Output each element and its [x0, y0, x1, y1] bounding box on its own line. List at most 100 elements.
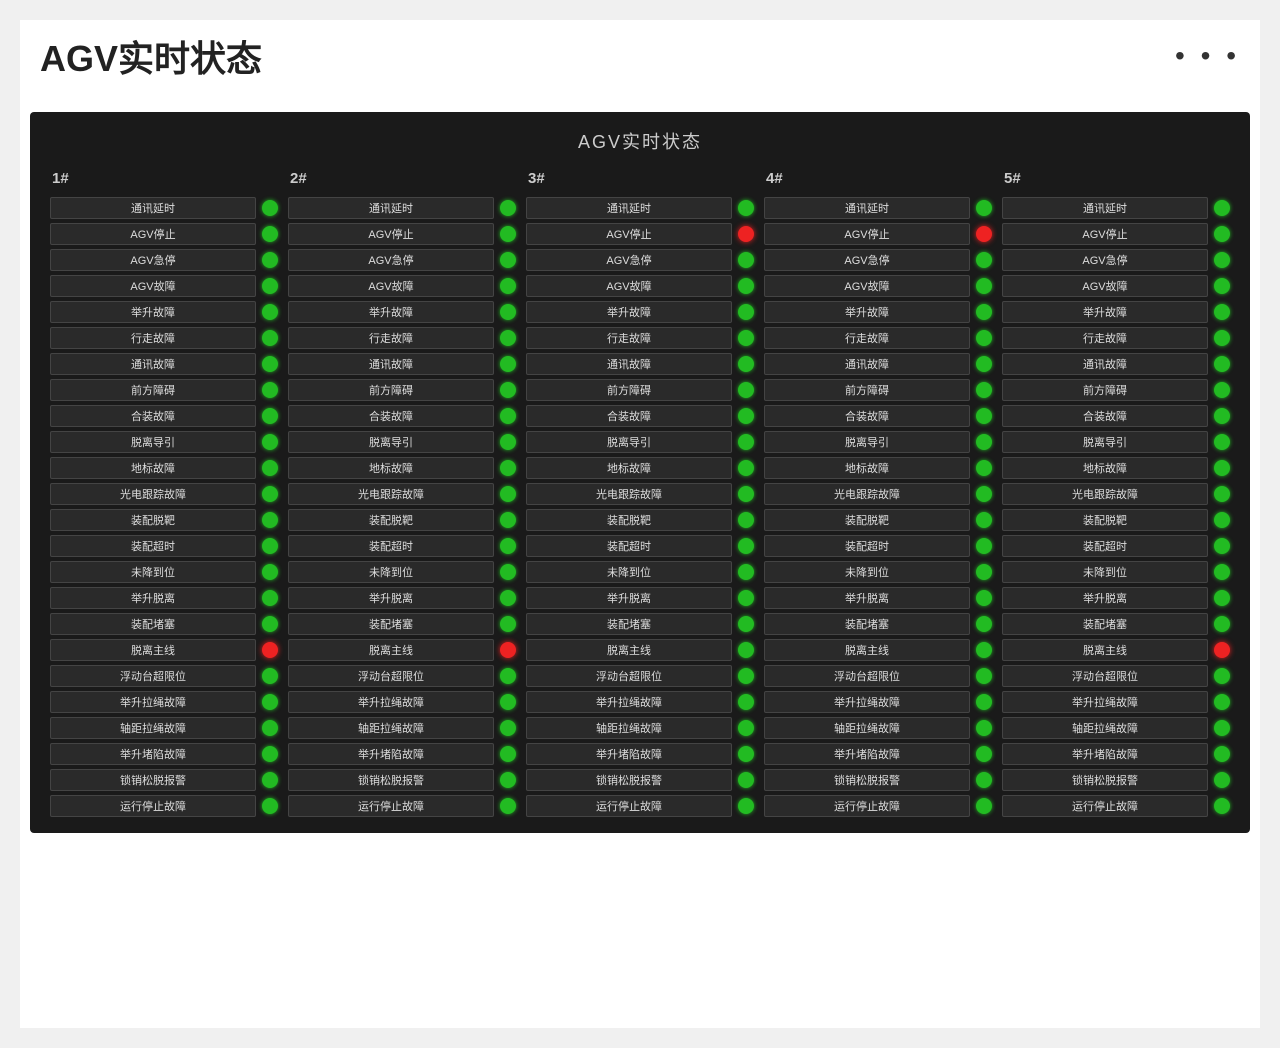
agv-column-3: 3#通讯延时AGV停止AGV急停AGV故障举升故障行走故障通讯故障前方障碍合装故…: [526, 170, 754, 817]
status-row: AGV停止: [288, 223, 516, 245]
status-label: 通讯延时: [764, 197, 970, 219]
status-row: AGV故障: [1002, 275, 1230, 297]
status-label: 举升故障: [526, 301, 732, 323]
status-label: 合装故障: [526, 405, 732, 427]
green-indicator: [1214, 772, 1230, 788]
status-label: 浮动台超限位: [50, 665, 256, 687]
status-row: 浮动台超限位: [526, 665, 754, 687]
green-indicator: [1214, 278, 1230, 294]
green-indicator: [738, 382, 754, 398]
green-indicator: [262, 616, 278, 632]
status-label: 脱离导引: [50, 431, 256, 453]
green-indicator: [738, 356, 754, 372]
status-label: 装配堵塞: [1002, 613, 1208, 635]
status-row: AGV急停: [764, 249, 992, 271]
status-label: 光电跟踪故障: [288, 483, 494, 505]
status-label: 前方障碍: [50, 379, 256, 401]
status-row: 脱离导引: [1002, 431, 1230, 453]
status-label: 行走故障: [288, 327, 494, 349]
green-indicator: [738, 590, 754, 606]
status-label: 行走故障: [526, 327, 732, 349]
status-row: 浮动台超限位: [288, 665, 516, 687]
status-label: 轴距拉绳故障: [526, 717, 732, 739]
green-indicator: [500, 746, 516, 762]
status-label: 举升拉绳故障: [526, 691, 732, 713]
status-label: 行走故障: [1002, 327, 1208, 349]
status-row: 合装故障: [1002, 405, 1230, 427]
col-header-5: 5#: [1002, 170, 1230, 187]
status-label: 光电跟踪故障: [50, 483, 256, 505]
status-label: 举升堵陷故障: [526, 743, 732, 765]
status-label: 装配超时: [526, 535, 732, 557]
green-indicator: [1214, 226, 1230, 242]
green-indicator: [976, 356, 992, 372]
green-indicator: [500, 564, 516, 580]
status-row: 锁销松脱报警: [50, 769, 278, 791]
green-indicator: [976, 668, 992, 684]
status-row: 通讯延时: [50, 197, 278, 219]
status-label: 行走故障: [50, 327, 256, 349]
red-indicator: [1214, 642, 1230, 658]
status-row: 举升脱离: [288, 587, 516, 609]
green-indicator: [262, 668, 278, 684]
status-row: 行走故障: [288, 327, 516, 349]
status-label: 举升脱离: [50, 587, 256, 609]
status-row: 通讯故障: [764, 353, 992, 375]
status-label: 前方障碍: [288, 379, 494, 401]
status-label: AGV故障: [288, 275, 494, 297]
green-indicator: [500, 772, 516, 788]
green-indicator: [976, 408, 992, 424]
green-indicator: [976, 746, 992, 762]
status-label: 通讯故障: [1002, 353, 1208, 375]
status-row: 轴距拉绳故障: [526, 717, 754, 739]
status-row: 通讯故障: [1002, 353, 1230, 375]
green-indicator: [1214, 538, 1230, 554]
status-label: 合装故障: [288, 405, 494, 427]
green-indicator: [262, 382, 278, 398]
green-indicator: [738, 772, 754, 788]
status-row: 脱离主线: [526, 639, 754, 661]
status-row: 举升拉绳故障: [1002, 691, 1230, 713]
status-label: 通讯延时: [526, 197, 732, 219]
status-label: 锁销松脱报警: [50, 769, 256, 791]
green-indicator: [500, 382, 516, 398]
status-label: 合装故障: [50, 405, 256, 427]
status-label: 脱离主线: [50, 639, 256, 661]
status-label: 装配脱靶: [526, 509, 732, 531]
status-row: 装配超时: [526, 535, 754, 557]
status-row: 举升故障: [50, 301, 278, 323]
green-indicator: [500, 720, 516, 736]
status-row: 锁销松脱报警: [288, 769, 516, 791]
status-row: 前方障碍: [526, 379, 754, 401]
green-indicator: [738, 434, 754, 450]
green-indicator: [1214, 590, 1230, 606]
status-row: 脱离导引: [526, 431, 754, 453]
green-indicator: [738, 694, 754, 710]
panel-title: AGV实时状态: [50, 128, 1230, 154]
red-indicator: [976, 226, 992, 242]
status-row: 装配堵塞: [1002, 613, 1230, 635]
status-label: AGV急停: [764, 249, 970, 271]
status-label: 举升堵陷故障: [764, 743, 970, 765]
green-indicator: [262, 304, 278, 320]
red-indicator: [738, 226, 754, 242]
status-row: 行走故障: [526, 327, 754, 349]
status-label: AGV停止: [288, 223, 494, 245]
status-row: AGV停止: [50, 223, 278, 245]
green-indicator: [1214, 460, 1230, 476]
green-indicator: [976, 512, 992, 528]
status-row: 装配超时: [1002, 535, 1230, 557]
status-label: 装配脱靶: [764, 509, 970, 531]
green-indicator: [262, 694, 278, 710]
green-indicator: [976, 590, 992, 606]
green-indicator: [976, 798, 992, 814]
status-label: 未降到位: [526, 561, 732, 583]
green-indicator: [262, 746, 278, 762]
status-label: AGV急停: [526, 249, 732, 271]
status-label: 举升堵陷故障: [50, 743, 256, 765]
dots-menu[interactable]: • • •: [1175, 40, 1240, 72]
col-header-1: 1#: [50, 170, 278, 187]
status-row: 举升故障: [288, 301, 516, 323]
status-row: 浮动台超限位: [764, 665, 992, 687]
status-label: 地标故障: [1002, 457, 1208, 479]
